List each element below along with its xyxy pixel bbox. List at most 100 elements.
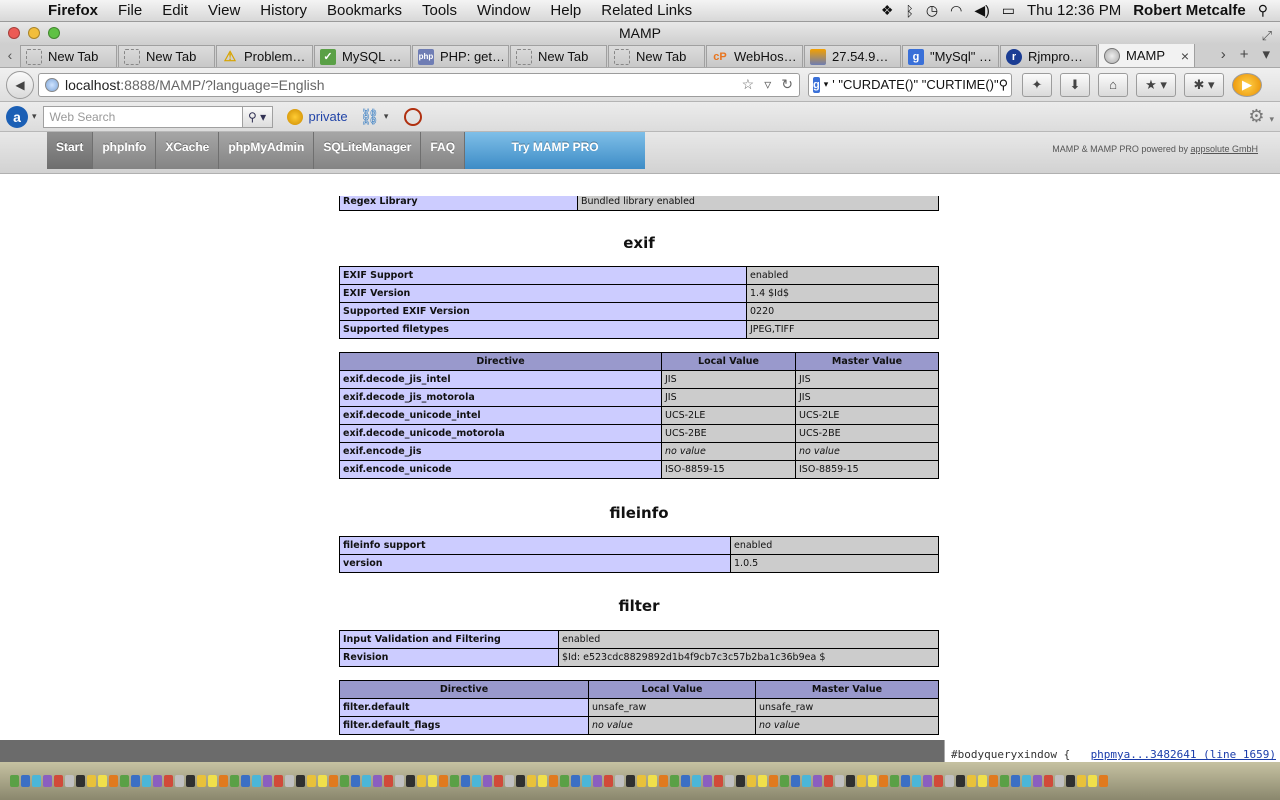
dock-app-icon[interactable] (439, 775, 448, 787)
search-engine-dropdown-icon[interactable]: ▾ (824, 79, 829, 90)
dock-app-icon[interactable] (582, 775, 591, 787)
mamp-tab-try-pro[interactable]: Try MAMP PRO (465, 132, 646, 169)
dock-app-icon[interactable] (65, 775, 74, 787)
tab-mamp[interactable]: MAMP × (1098, 43, 1195, 67)
dock-app-icon[interactable] (1088, 775, 1097, 787)
addon-icon[interactable]: ✦ (1022, 72, 1052, 97)
dock-app-icon[interactable] (307, 775, 316, 787)
dock-app-icon[interactable] (923, 775, 932, 787)
dock-app-icon[interactable] (417, 775, 426, 787)
bluetooth-icon[interactable]: ᛒ (905, 3, 913, 19)
dock-app-icon[interactable] (428, 775, 437, 787)
menu-user[interactable]: Robert Metcalfe (1133, 2, 1246, 19)
dock-app-icon[interactable] (472, 775, 481, 787)
dock-app-icon[interactable] (758, 775, 767, 787)
new-tab-icon[interactable]: + (1240, 43, 1249, 67)
site-identity-icon[interactable] (45, 77, 59, 92)
reload-icon[interactable]: ↻ (781, 76, 793, 93)
dock-app-icon[interactable] (164, 775, 173, 787)
dock-app-icon[interactable] (1077, 775, 1086, 787)
close-tab-icon[interactable]: × (1181, 48, 1189, 64)
search-bar[interactable]: g ▾ ' "CURDATE()" "CURTIME()" ⚲ (808, 72, 1012, 97)
dock-app-icon[interactable] (637, 775, 646, 787)
menu-view[interactable]: View (198, 2, 250, 19)
play-addon-icon[interactable]: ▶ (1232, 72, 1262, 97)
dock-app-icon[interactable] (98, 775, 107, 787)
dock-app-icon[interactable] (571, 775, 580, 787)
dock-app-icon[interactable] (890, 775, 899, 787)
menu-file[interactable]: File (108, 2, 152, 19)
tab-mysql[interactable]: ✓ MySQL … (314, 45, 411, 67)
bookmarks-menu-icon[interactable]: ★ ▾ (1136, 72, 1176, 97)
appsolute-link[interactable]: appsolute GmbH (1190, 144, 1258, 154)
dock-app-icon[interactable] (505, 775, 514, 787)
dock-app-icon[interactable] (1099, 775, 1108, 787)
dock-app-icon[interactable] (868, 775, 877, 787)
dock-app-icon[interactable] (87, 775, 96, 787)
tab-rjmpro[interactable]: r Rjmpro… (1000, 45, 1097, 67)
url-history-dropdown-icon[interactable]: ▿ (764, 76, 771, 93)
tab-webhost[interactable]: cP WebHos… (706, 45, 803, 67)
dropbox-icon[interactable]: ❖ (881, 2, 894, 19)
dock-app-icon[interactable] (406, 775, 415, 787)
menu-tools[interactable]: Tools (412, 2, 467, 19)
dock-app-icon[interactable] (351, 775, 360, 787)
ask-dropdown-icon[interactable]: ▾ (32, 111, 37, 122)
dock-app-icon[interactable] (109, 775, 118, 787)
bookmark-star-icon[interactable]: ☆ (742, 76, 755, 93)
dock-app-icon[interactable] (329, 775, 338, 787)
tab-ip-address[interactable]: 27.54.9… (804, 45, 901, 67)
dock-app-icon[interactable] (241, 775, 250, 787)
dock-app-icon[interactable] (769, 775, 778, 787)
menu-edit[interactable]: Edit (152, 2, 198, 19)
dock-app-icon[interactable] (252, 775, 261, 787)
firebug-icon[interactable]: ✱ ▾ (1184, 72, 1224, 97)
search-magnifier-icon[interactable]: ⚲ (999, 77, 1009, 93)
dock-app-icon[interactable] (670, 775, 679, 787)
dock-app-icon[interactable] (912, 775, 921, 787)
dock-app-icon[interactable] (802, 775, 811, 787)
dock-app-icon[interactable] (461, 775, 470, 787)
google-search-engine-icon[interactable]: g (813, 76, 820, 93)
ask-toolbar-icon[interactable]: a (6, 105, 28, 128)
menu-history[interactable]: History (250, 2, 317, 19)
dock-app-icon[interactable] (1044, 775, 1053, 787)
dock-app-icon[interactable] (483, 775, 492, 787)
dock-app-icon[interactable] (813, 775, 822, 787)
dock-app-icon[interactable] (318, 775, 327, 787)
volume-icon[interactable]: ◀) (974, 2, 989, 19)
dock-app-icon[interactable] (736, 775, 745, 787)
dock-app-icon[interactable] (714, 775, 723, 787)
close-window-button[interactable] (8, 27, 20, 39)
dock-app-icon[interactable] (263, 775, 272, 787)
dock-app-icon[interactable] (1000, 775, 1009, 787)
dock-app-icon[interactable] (274, 775, 283, 787)
menu-help[interactable]: Help (540, 2, 591, 19)
dock-app-icon[interactable] (1033, 775, 1042, 787)
url-bar[interactable]: localhost:8888/MAMP/?language=English ☆ … (38, 72, 800, 97)
mamp-tab-phpmyadmin[interactable]: phpMyAdmin (219, 132, 315, 169)
dock-app-icon[interactable] (780, 775, 789, 787)
dock-app-icon[interactable] (230, 775, 239, 787)
dock-app-icon[interactable] (219, 775, 228, 787)
wifi-icon[interactable]: ◠ (950, 2, 962, 19)
mamp-tab-faq[interactable]: FAQ (421, 132, 466, 169)
link-dropdown-icon[interactable]: ▾ (384, 111, 389, 122)
tabs-scroll-left-icon[interactable]: ‹ (0, 43, 20, 67)
dock-app-icon[interactable] (857, 775, 866, 787)
dock-app-icon[interactable] (384, 775, 393, 787)
mamp-tab-xcache[interactable]: XCache (156, 132, 220, 169)
fullscreen-icon[interactable]: ⤢ (1262, 25, 1272, 47)
dock-app-icon[interactable] (747, 775, 756, 787)
dock-app-icon[interactable] (560, 775, 569, 787)
dock-app-icon[interactable] (21, 775, 30, 787)
dock-app-icon[interactable] (901, 775, 910, 787)
back-button[interactable]: ◀ (6, 70, 34, 99)
dock-app-icon[interactable] (362, 775, 371, 787)
menu-app-name[interactable]: Firefox (38, 2, 108, 19)
mamp-tab-phpinfo[interactable]: phpInfo (93, 132, 157, 169)
dock-app-icon[interactable] (395, 775, 404, 787)
dock-app-icon[interactable] (516, 775, 525, 787)
dock-app-icon[interactable] (846, 775, 855, 787)
private-browsing-link[interactable]: private (286, 108, 348, 125)
